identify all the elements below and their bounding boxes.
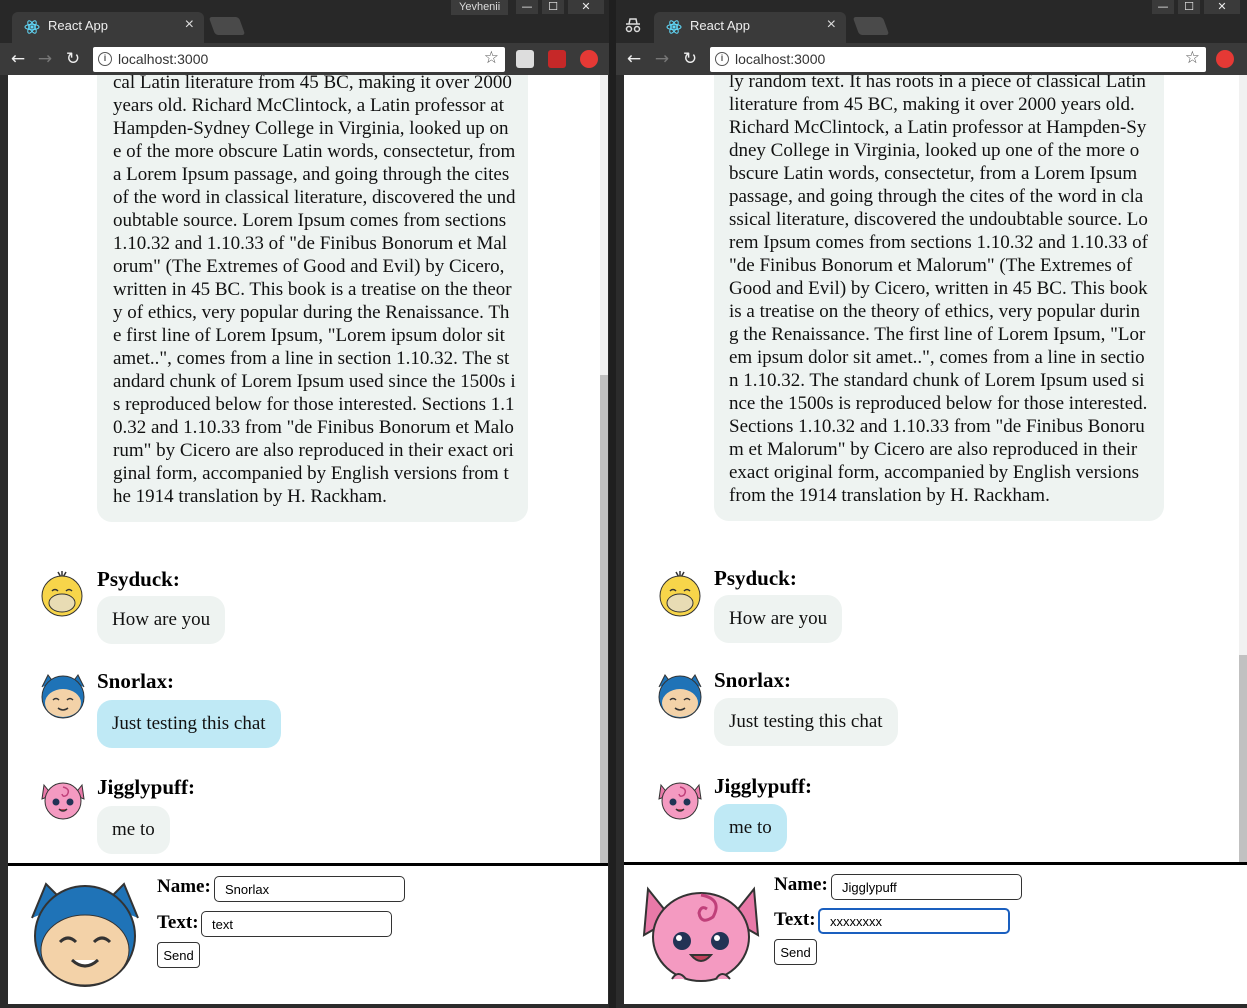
jigglypuff-avatar — [642, 886, 760, 982]
minimize-button[interactable]: — — [1152, 0, 1174, 14]
message-bubble: ly random text. It has roots in a piece … — [714, 75, 1164, 521]
name-label: Name: — [774, 874, 828, 895]
message-author: Jigglypuff: — [714, 774, 813, 798]
browser-tab[interactable]: React App × — [654, 12, 846, 43]
browser-tab[interactable]: React App × — [12, 12, 204, 43]
maximize-button[interactable]: ☐ — [542, 0, 564, 14]
psyduck-avatar — [41, 571, 83, 617]
forward-icon[interactable]: → — [652, 49, 672, 69]
window-close-button[interactable]: ✕ — [1204, 0, 1240, 14]
message-author: Jigglypuff: — [97, 775, 196, 799]
back-icon[interactable]: ← — [624, 49, 644, 69]
psyduck-avatar — [659, 571, 701, 617]
star-icon[interactable]: ☆ — [1185, 48, 1200, 68]
extension-icon[interactable] — [1216, 50, 1234, 68]
window-close-button[interactable]: ✕ — [568, 0, 604, 14]
text-label: Text: — [157, 912, 199, 933]
reload-icon[interactable]: ↻ — [680, 49, 700, 69]
browser-toolbar: ← → ↻ i localhost:3000 ☆ — [0, 43, 609, 75]
name-label: Name: — [157, 876, 211, 897]
page-viewport[interactable]: cal Latin literature from 45 BC, making … — [8, 75, 608, 1004]
browser-window-left: React App × Yevhenii — ☐ ✕ ← → ↻ i local… — [0, 0, 609, 1008]
title-bar: React App × — ☐ ✕ — [616, 0, 1247, 43]
snorlax-avatar — [658, 674, 702, 719]
message-bubble: How are you — [97, 596, 226, 644]
composer-panel: Name: Text: Send — [8, 863, 608, 1004]
tab-title: React App — [690, 18, 750, 33]
message-bubble: Just testing this chat — [714, 698, 898, 746]
new-tab-button[interactable] — [852, 17, 890, 35]
message-author: Snorlax: — [97, 669, 175, 693]
name-input[interactable] — [831, 874, 1022, 900]
page-viewport[interactable]: ly random text. It has roots in a piece … — [624, 75, 1247, 1004]
close-icon[interactable]: × — [185, 16, 194, 34]
forward-icon[interactable]: → — [35, 49, 55, 69]
message-author: Psyduck: — [97, 567, 180, 591]
message-bubble: cal Latin literature from 45 BC, making … — [97, 75, 528, 522]
close-icon[interactable]: × — [827, 16, 836, 34]
browser-toolbar: ← → ↻ i localhost:3000 ☆ — [616, 43, 1247, 75]
tab-title: React App — [48, 18, 108, 33]
extension-icon[interactable] — [580, 50, 598, 68]
send-button[interactable]: Send — [157, 942, 200, 968]
react-icon — [666, 20, 682, 34]
reload-icon[interactable]: ↻ — [63, 49, 83, 69]
scrollbar-thumb[interactable] — [1239, 655, 1247, 865]
message-bubble: me to — [714, 804, 787, 852]
title-bar: React App × Yevhenii — ☐ ✕ — [0, 0, 609, 43]
text-label: Text: — [774, 909, 816, 930]
star-icon[interactable]: ☆ — [484, 48, 499, 68]
jigglypuff-avatar — [658, 782, 702, 820]
scrollbar-thumb[interactable] — [600, 375, 608, 865]
extension-icon[interactable] — [548, 50, 566, 68]
profile-button[interactable]: Yevhenii — [451, 0, 509, 15]
text-input[interactable] — [818, 908, 1010, 934]
message-author: Snorlax: — [714, 668, 792, 692]
message-bubble: Just testing this chat — [97, 700, 281, 748]
message-bubble: How are you — [714, 595, 843, 643]
snorlax-avatar — [41, 674, 85, 719]
name-input[interactable] — [214, 876, 405, 902]
react-icon — [24, 20, 40, 34]
maximize-button[interactable]: ☐ — [1178, 0, 1200, 14]
address-bar[interactable]: i localhost:3000 ☆ — [93, 47, 505, 72]
back-icon[interactable]: ← — [8, 49, 28, 69]
extension-icon[interactable] — [516, 50, 534, 68]
info-icon[interactable]: i — [715, 52, 729, 66]
info-icon[interactable]: i — [98, 52, 112, 66]
url-text: localhost:3000 — [118, 51, 209, 67]
incognito-icon — [625, 18, 641, 33]
browser-window-right: React App × — ☐ ✕ ← → ↻ i localhost:3000… — [616, 0, 1247, 1008]
address-bar[interactable]: i localhost:3000 ☆ — [710, 47, 1206, 72]
url-text: localhost:3000 — [735, 51, 826, 67]
send-button[interactable]: Send — [774, 939, 817, 965]
jigglypuff-avatar — [41, 782, 85, 820]
minimize-button[interactable]: — — [516, 0, 538, 14]
message-bubble: me to — [97, 806, 170, 854]
snorlax-avatar — [31, 882, 139, 987]
text-input[interactable] — [201, 911, 392, 937]
new-tab-button[interactable] — [208, 17, 246, 35]
message-author: Psyduck: — [714, 566, 797, 590]
composer-panel: Name: Text: Send — [624, 862, 1247, 1004]
